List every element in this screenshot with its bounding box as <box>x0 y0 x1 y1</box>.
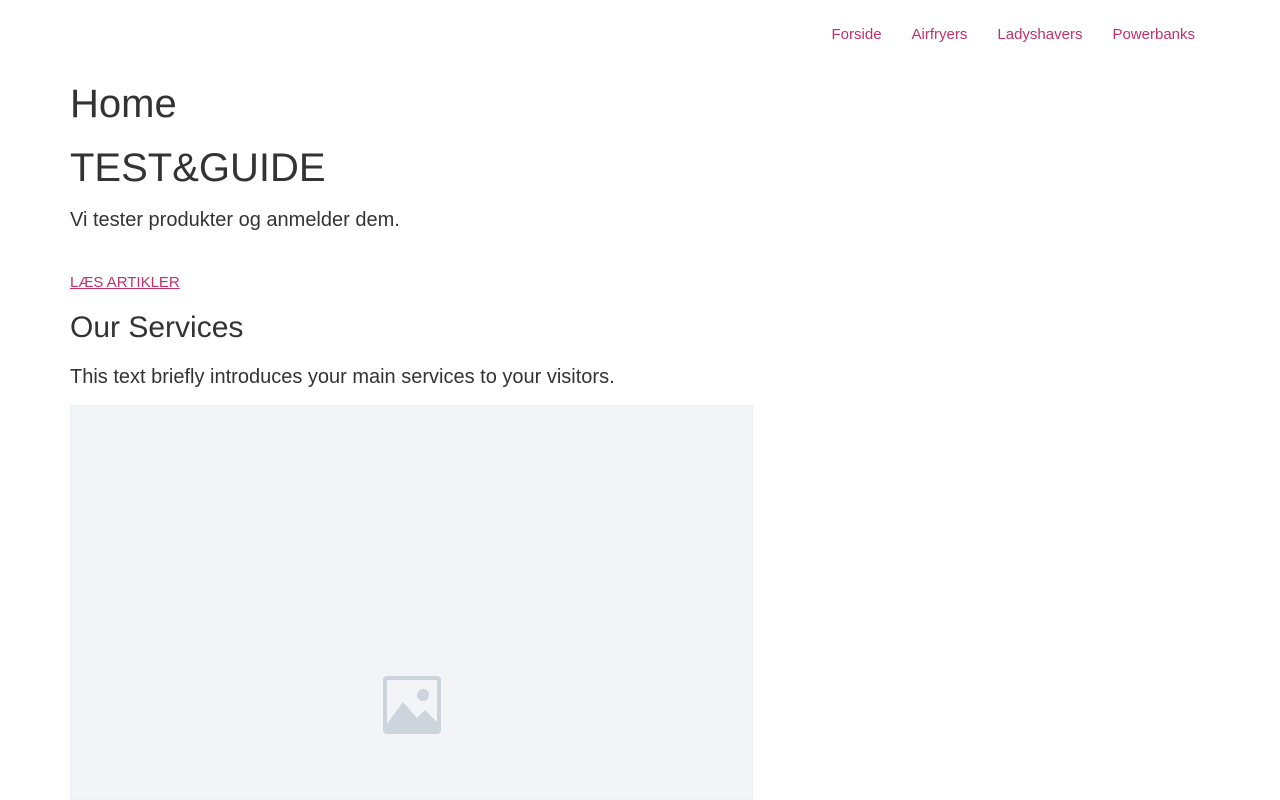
hero-title: TEST&GUIDE <box>70 146 326 190</box>
services-image-placeholder <box>70 405 753 800</box>
nav-item-ladyshavers[interactable]: Ladyshavers <box>997 26 1082 44</box>
services-intro-text: This text briefly introduces your main s… <box>70 366 615 388</box>
nav-menu: Forside Airfryers Ladyshavers Powerbanks <box>832 26 1195 44</box>
hero-subtitle: Vi tester produkter og anmelder dem. <box>70 209 400 231</box>
services-heading: Our Services <box>70 311 244 344</box>
nav-item-powerbanks[interactable]: Powerbanks <box>1112 26 1195 44</box>
read-articles-link[interactable]: LÆS ARTIKLER <box>70 274 180 292</box>
image-placeholder-icon <box>383 676 441 734</box>
page-title: Home <box>70 82 177 126</box>
nav-item-forside[interactable]: Forside <box>832 26 882 44</box>
main-navigation: Forside Airfryers Ladyshavers Powerbanks <box>0 0 1280 70</box>
nav-item-airfryers[interactable]: Airfryers <box>912 26 968 44</box>
